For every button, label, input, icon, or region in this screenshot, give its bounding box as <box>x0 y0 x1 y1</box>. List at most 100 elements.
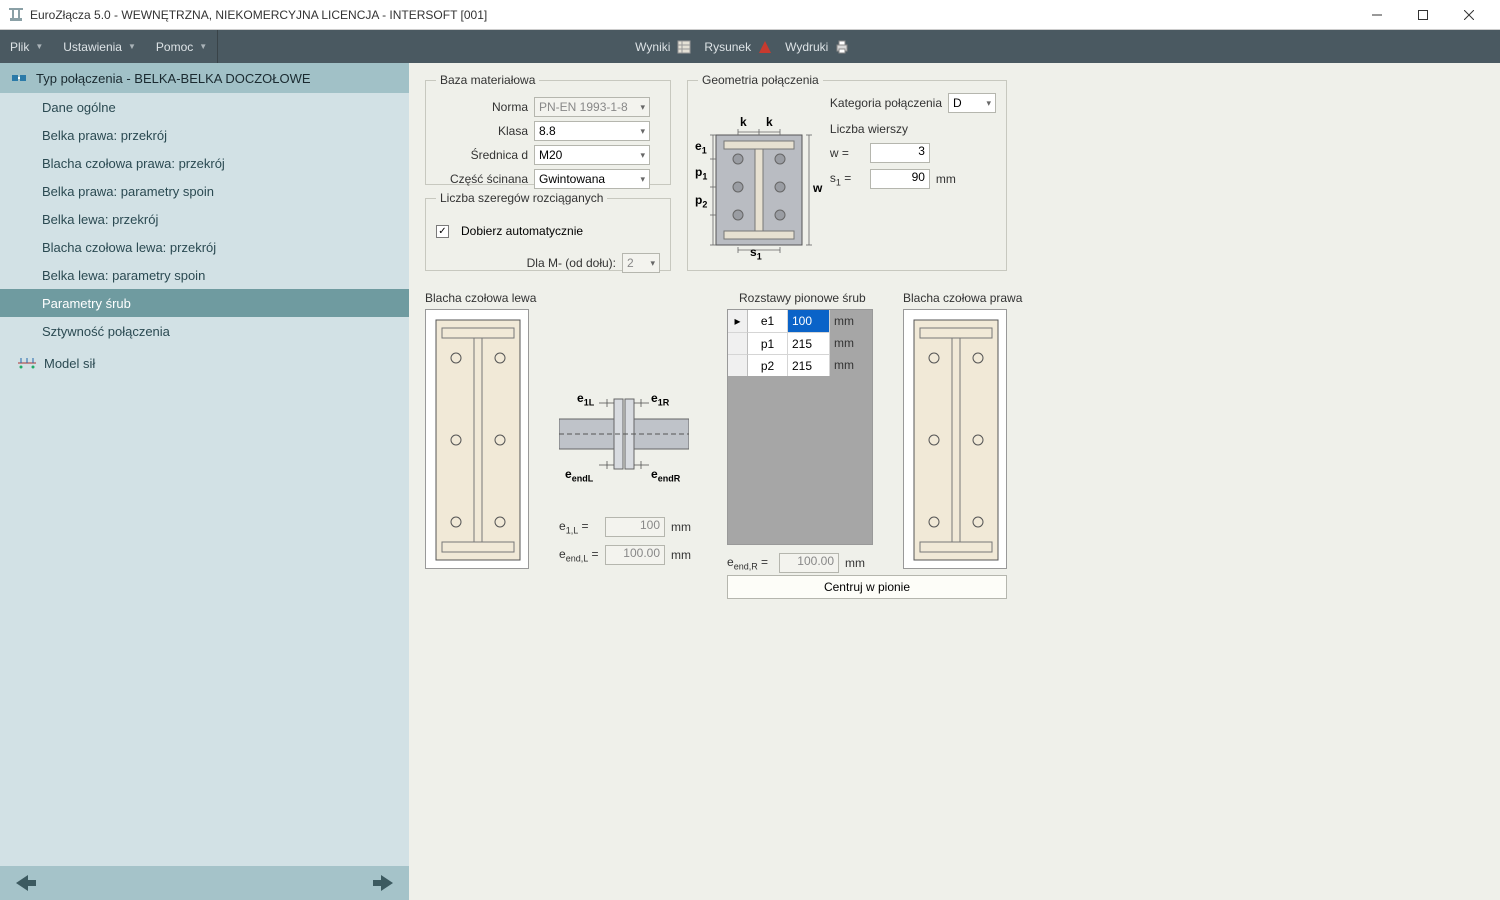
drawing-icon <box>757 39 773 55</box>
caret-icon: ▼ <box>199 42 207 51</box>
geometry-diagram: k k e1 p1 p2 w s1 <box>698 125 818 257</box>
label-blacha-prawa: Blacha czołowa prawa <box>903 291 1022 305</box>
grid-cell-name: e1 <box>748 310 788 332</box>
group-baza-materialowa: Baza materiałowa NormaPN-EN 1993-1-8 Kla… <box>425 73 671 185</box>
grid-cell-unit: mm <box>830 354 872 376</box>
select-kategoria[interactable]: D <box>948 93 996 113</box>
sidebar-item-belka-lewa-przekroj[interactable]: Belka lewa: przekrój <box>0 205 409 233</box>
grid-row[interactable]: p1 215 mm <box>728 332 872 354</box>
group-legend: Geometria połączenia <box>698 73 823 87</box>
nav-next-button[interactable] <box>373 875 393 891</box>
grid-cell-unit: mm <box>830 332 872 354</box>
nav-prev-button[interactable] <box>16 875 36 891</box>
input-s1[interactable]: 90 <box>870 169 930 189</box>
sidebar-item-label: Dane ogólne <box>42 100 116 115</box>
sidebar-item-label: Blacha czołowa prawa: przekrój <box>42 156 225 171</box>
sidebar-header[interactable]: Typ połączenia - BELKA-BELKA DOCZOŁOWE <box>0 63 409 93</box>
menu-ustawienia-label: Ustawienia <box>63 40 122 54</box>
maximize-button[interactable] <box>1400 0 1446 30</box>
grid-cell-unit: mm <box>830 310 872 332</box>
window-title: EuroZłącza 5.0 - WEWNĘTRZNA, NIEKOMERCYJ… <box>30 8 1354 22</box>
label-e1L: e1,L = <box>559 519 599 535</box>
close-button[interactable] <box>1446 0 1492 30</box>
grid-row[interactable]: ▸ e1 100 mm <box>728 310 872 332</box>
sidebar-item-parametry-srub[interactable]: Parametry śrub <box>0 289 409 317</box>
label-eendR: eend,R = <box>727 555 773 571</box>
table-icon <box>676 39 692 55</box>
label-s1: s1 = <box>830 171 864 187</box>
diag-k1: k <box>740 115 747 129</box>
menu-plik[interactable]: Plik ▼ <box>0 30 53 63</box>
button-centruj[interactable]: Centruj w pionie <box>727 575 1007 599</box>
sidebar-item-label: Belka lewa: parametry spoin <box>42 268 205 283</box>
toolbar-rysunek-label: Rysunek <box>704 40 751 54</box>
select-klasa[interactable]: 8.8 <box>534 121 650 141</box>
group-szeregi: Liczba szeregów rozciąganych ✓Dobierz au… <box>425 191 671 271</box>
diagram-blacha-prawa <box>903 309 1007 569</box>
diag-p2: p2 <box>695 193 707 209</box>
input-w[interactable]: 3 <box>870 143 930 163</box>
grid-cell-value[interactable]: 215 <box>788 332 830 354</box>
caret-icon: ▼ <box>35 42 43 51</box>
sidebar-item-blacha-lewa-przekroj[interactable]: Blacha czołowa lewa: przekrój <box>0 233 409 261</box>
input-eendL: 100.00 <box>605 545 665 565</box>
grid-cell-name: p2 <box>748 354 788 376</box>
select-value: PN-EN 1993-1-8 <box>539 100 628 114</box>
menu-plik-label: Plik <box>10 40 29 54</box>
sidebar-item-label: Sztywność połączenia <box>42 324 170 339</box>
select-norma[interactable]: PN-EN 1993-1-8 <box>534 97 650 117</box>
select-srednica[interactable]: M20 <box>534 145 650 165</box>
label-liczba-wierszy: Liczba wierszy <box>830 122 908 136</box>
sidebar-item-label: Belka lewa: przekrój <box>42 212 158 227</box>
select-dlam[interactable]: 2 <box>622 253 660 273</box>
sidebar-item-belka-prawa-przekroj[interactable]: Belka prawa: przekrój <box>0 121 409 149</box>
select-value: 2 <box>627 256 634 270</box>
toolbar-wyniki[interactable]: Wyniki <box>629 30 698 63</box>
row-indicator-icon: ▸ <box>728 310 748 332</box>
connection-type-icon <box>12 71 26 85</box>
sidebar-item-model-sil[interactable]: Model sił <box>0 349 409 377</box>
input-e1L: 100 <box>605 517 665 537</box>
diag-s1: s1 <box>750 245 762 261</box>
label-eendL: eend,L = <box>559 547 599 563</box>
grid-cell-value[interactable]: 215 <box>788 354 830 376</box>
sidebar-item-blacha-prawa-przekroj[interactable]: Blacha czołowa prawa: przekrój <box>0 149 409 177</box>
select-czesc-scinana[interactable]: Gwintowana <box>534 169 650 189</box>
content-area: Baza materiałowa NormaPN-EN 1993-1-8 Kla… <box>409 63 1500 900</box>
button-label: Centruj w pionie <box>824 580 910 594</box>
grid-cell-value[interactable]: 100 <box>788 310 830 332</box>
sidebar-footer <box>0 866 409 900</box>
input-value: 3 <box>918 144 925 158</box>
main-area: Typ połączenia - BELKA-BELKA DOCZOŁOWE D… <box>0 63 1500 900</box>
sidebar-item-belka-lewa-spoin[interactable]: Belka lewa: parametry spoin <box>0 261 409 289</box>
checkbox-auto[interactable]: ✓ <box>436 225 449 238</box>
diagram-blacha-lewa <box>425 309 529 569</box>
menu-ustawienia[interactable]: Ustawienia ▼ <box>53 30 146 63</box>
input-eendR: 100.00 <box>779 553 839 573</box>
label-rozstawy: Rozstawy pionowe śrub <box>739 291 866 305</box>
label-auto: Dobierz automatycznie <box>461 224 583 238</box>
sidebar-item-label: Model sił <box>44 356 95 371</box>
toolbar-rysunek[interactable]: Rysunek <box>698 30 779 63</box>
minimize-button[interactable] <box>1354 0 1400 30</box>
sidebar-item-dane-ogolne[interactable]: Dane ogólne <box>0 93 409 121</box>
grid-cell-name: p1 <box>748 332 788 354</box>
sidebar-item-sztywnosc[interactable]: Sztywność połączenia <box>0 317 409 345</box>
grid-row[interactable]: p2 215 mm <box>728 354 872 376</box>
label-w: w = <box>830 146 864 160</box>
grid-rozstawy[interactable]: ▸ e1 100 mm p1 215 mm p2 215 mm <box>727 309 873 545</box>
select-value: D <box>953 96 962 110</box>
menubar: Plik▼ Ustawienia▼ Pomoc▼ Wyniki Rysunek … <box>0 30 1500 63</box>
force-model-icon <box>18 357 34 369</box>
group-legend: Baza materiałowa <box>436 73 539 87</box>
label-blacha-lewa: Blacha czołowa lewa <box>425 291 536 305</box>
diag-e1R: e1R <box>651 391 669 407</box>
sidebar-item-label: Belka prawa: parametry spoin <box>42 184 214 199</box>
menu-pomoc[interactable]: Pomoc▼ <box>146 30 217 63</box>
unit: mm <box>671 548 691 562</box>
diag-eendL: eendL <box>565 467 593 483</box>
sidebar-item-belka-prawa-spoin[interactable]: Belka prawa: parametry spoin <box>0 177 409 205</box>
toolbar-wydruki[interactable]: Wydruki <box>779 30 856 63</box>
caret-icon: ▼ <box>128 42 136 51</box>
label-srednica: Średnica d <box>436 148 528 162</box>
